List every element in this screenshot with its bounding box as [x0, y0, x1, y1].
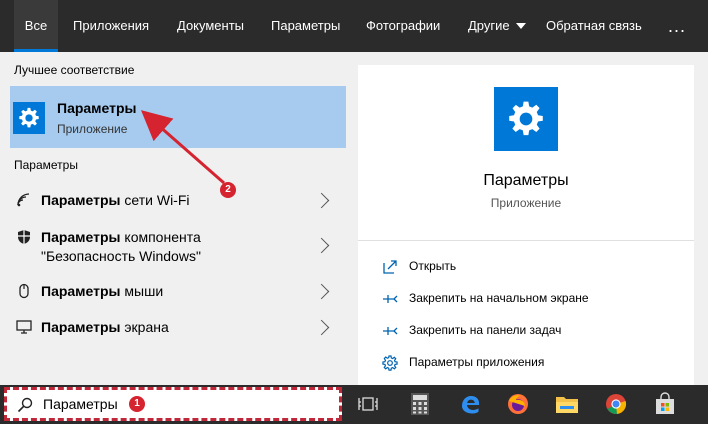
- store-icon[interactable]: [650, 389, 680, 419]
- pin-icon: [383, 327, 398, 335]
- shield-icon: [18, 230, 30, 244]
- results-list: Лучшее соответствие Параметры Приложение…: [10, 52, 346, 385]
- result-wifi-rest: сети Wi-Fi: [120, 192, 190, 208]
- result-windows-security[interactable]: Параметры компонента "Безопасность Window…: [10, 220, 346, 266]
- settings-gear-icon: [494, 87, 558, 151]
- more-options-icon[interactable]: ...: [668, 0, 686, 52]
- pin-icon: [383, 295, 398, 303]
- result-mouse-rest: мыши: [120, 283, 164, 299]
- tab-photos-label: Фотографии: [366, 18, 441, 33]
- best-match-subtitle: Приложение: [57, 122, 128, 136]
- result-display-bold: Параметры: [41, 319, 121, 335]
- chevron-down-icon: [515, 22, 526, 29]
- result-wifi-settings[interactable]: Параметры сети Wi-Fi: [10, 183, 346, 217]
- chevron-right-icon: [313, 192, 330, 209]
- wifi-icon: [17, 193, 30, 207]
- tab-feedback-label: Обратная связь: [546, 18, 642, 33]
- best-match-title: Параметры: [57, 100, 137, 116]
- tab-all-label: Все: [24, 18, 48, 33]
- preview-pane: Параметры Приложение Открыть Закрепить н…: [358, 65, 694, 385]
- result-display-rest: экрана: [120, 319, 169, 335]
- tab-photos[interactable]: Фотографии: [366, 0, 440, 52]
- search-query: Параметры: [43, 396, 118, 412]
- result-security-rest: компонента: [120, 229, 201, 245]
- tab-more[interactable]: Другие: [468, 0, 526, 52]
- result-mouse-settings[interactable]: Параметры мыши: [10, 274, 346, 308]
- result-display-settings[interactable]: Параметры экрана: [10, 310, 346, 344]
- tab-apps[interactable]: Приложения: [73, 0, 149, 52]
- taskbar: Параметры 1: [0, 385, 708, 424]
- chrome-icon[interactable]: [601, 389, 631, 419]
- tab-settings-label: Параметры: [271, 18, 341, 33]
- result-mouse-label: Параметры мыши: [41, 282, 163, 301]
- result-security-line2: "Безопасность Windows": [41, 248, 201, 264]
- settings-gear-icon: [13, 102, 45, 134]
- open-icon: [383, 260, 397, 274]
- tab-feedback[interactable]: Обратная связь: [546, 0, 642, 52]
- preview-app-name: Параметры: [483, 172, 569, 189]
- search-box[interactable]: Параметры 1: [4, 387, 342, 421]
- tab-documents-label: Документы: [177, 18, 245, 33]
- action-pin-taskbar-label: Закрепить на панели задач: [409, 323, 562, 337]
- gear-icon: [382, 355, 398, 371]
- search-icon: [17, 397, 33, 413]
- result-wifi-bold: Параметры: [41, 192, 121, 208]
- settings-section-header: Параметры: [14, 158, 78, 172]
- calculator-icon[interactable]: [405, 389, 435, 419]
- result-wifi-label: Параметры сети Wi-Fi: [41, 191, 190, 210]
- action-app-settings-label: Параметры приложения: [409, 355, 545, 369]
- result-mouse-bold: Параметры: [41, 283, 121, 299]
- tab-all[interactable]: Все: [14, 0, 58, 52]
- chevron-right-icon: [313, 319, 330, 336]
- search-scope-bar: Все Приложения Документы Параметры Фотог…: [0, 0, 708, 52]
- mouse-icon: [19, 283, 29, 299]
- tab-more-label: Другие: [468, 18, 510, 33]
- tab-documents[interactable]: Документы: [177, 0, 244, 52]
- result-security-bold: Параметры: [41, 229, 121, 245]
- edge-browser-icon[interactable]: [455, 389, 485, 419]
- task-view-icon[interactable]: [353, 389, 383, 419]
- result-display-label: Параметры экрана: [41, 318, 169, 337]
- preview-app-type: Приложение: [490, 196, 562, 210]
- divider: [358, 240, 694, 241]
- firefox-icon[interactable]: [503, 389, 533, 419]
- best-match-header: Лучшее соответствие: [14, 63, 135, 77]
- monitor-icon: [16, 320, 32, 334]
- action-pin-start-label: Закрепить на начальном экране: [409, 291, 589, 305]
- tab-settings[interactable]: Параметры: [271, 0, 340, 52]
- chevron-right-icon: [313, 283, 330, 300]
- annotation-badge-2: 2: [220, 182, 236, 198]
- chevron-right-icon: [313, 237, 330, 254]
- file-explorer-icon[interactable]: [552, 389, 582, 419]
- result-security-label: Параметры компонента "Безопасность Window…: [41, 228, 201, 266]
- action-open-label: Открыть: [409, 259, 457, 273]
- annotation-badge-1: 1: [129, 396, 145, 412]
- best-match-item[interactable]: Параметры Приложение: [10, 86, 346, 148]
- tab-apps-label: Приложения: [73, 18, 150, 33]
